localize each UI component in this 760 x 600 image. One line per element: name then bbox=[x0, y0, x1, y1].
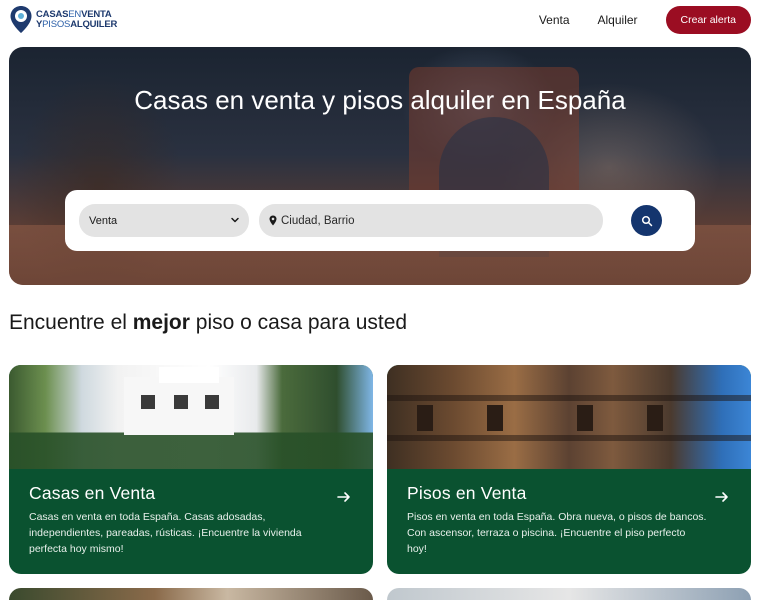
house-upper-floor bbox=[159, 367, 219, 383]
card-description: Casas en venta en toda España. Casas ado… bbox=[29, 511, 302, 555]
section-title-emphasis: mejor bbox=[132, 311, 190, 334]
house-window bbox=[205, 395, 219, 409]
card-next-row-left[interactable] bbox=[9, 588, 373, 600]
section-title-end: piso o casa para usted bbox=[189, 311, 408, 334]
card-description: Pisos en venta en toda España. Obra nuev… bbox=[407, 511, 707, 555]
logo-wordmark: CASASENVENTA YPISOSALQUILER bbox=[36, 9, 118, 30]
section-title: Encuentre el mejor piso o casa para uste… bbox=[9, 311, 407, 335]
section-title-start: Encuentre el bbox=[9, 311, 133, 334]
building-window bbox=[487, 405, 503, 431]
hero-title: Casas en venta y pisos alquiler en Españ… bbox=[134, 85, 626, 115]
hero-banner: Casas en venta y pisos alquiler en Españ… bbox=[9, 47, 751, 285]
card-image-apartments bbox=[387, 365, 751, 469]
map-pin-icon bbox=[269, 215, 277, 226]
operation-select[interactable]: Venta bbox=[79, 204, 249, 237]
house-window bbox=[174, 395, 188, 409]
building-window bbox=[647, 405, 663, 431]
card-image-houses bbox=[9, 365, 373, 469]
card-title: Casas en Venta bbox=[29, 483, 156, 503]
create-alert-button[interactable]: Crear alerta bbox=[665, 6, 751, 34]
card-casas-en-venta[interactable]: Casas en Venta Casas en venta en toda Es… bbox=[9, 365, 373, 574]
site-header: CASASENVENTA YPISOSALQUILER Venta Alquil… bbox=[0, 0, 760, 40]
balcony-rail bbox=[387, 395, 751, 401]
balcony-rail bbox=[387, 435, 751, 441]
arrow-right-icon[interactable] bbox=[715, 491, 729, 503]
card-body: Casas en Venta Casas en venta en toda Es… bbox=[9, 469, 373, 574]
arrow-right-icon[interactable] bbox=[337, 491, 351, 503]
card-pisos-en-venta[interactable]: Pisos en Venta Pisos en venta en toda Es… bbox=[387, 365, 751, 574]
site-logo[interactable]: CASASENVENTA YPISOSALQUILER bbox=[9, 5, 117, 34]
operation-select-value: Venta bbox=[89, 214, 118, 227]
search-button[interactable] bbox=[631, 205, 662, 236]
logo-alquiler: ALQUILER bbox=[70, 18, 118, 30]
building-window bbox=[417, 405, 433, 431]
building-window bbox=[577, 405, 593, 431]
card-title: Pisos en Venta bbox=[407, 483, 527, 503]
search-icon bbox=[641, 215, 652, 226]
main-nav: Venta Alquiler Crear alerta bbox=[539, 6, 751, 34]
chevron-down-icon bbox=[231, 217, 239, 223]
card-next-row-right[interactable] bbox=[387, 588, 751, 600]
card-body: Pisos en Venta Pisos en venta en toda Es… bbox=[387, 469, 751, 574]
location-pin-logo-icon bbox=[10, 6, 32, 33]
location-field[interactable] bbox=[259, 204, 603, 237]
logo-pisos: PISOS bbox=[42, 18, 71, 30]
nav-alquiler-link[interactable]: Alquiler bbox=[598, 13, 638, 27]
search-bar: Venta bbox=[65, 190, 695, 251]
location-input[interactable] bbox=[281, 214, 581, 227]
house-window bbox=[141, 395, 155, 409]
nav-venta-link[interactable]: Venta bbox=[539, 13, 570, 27]
